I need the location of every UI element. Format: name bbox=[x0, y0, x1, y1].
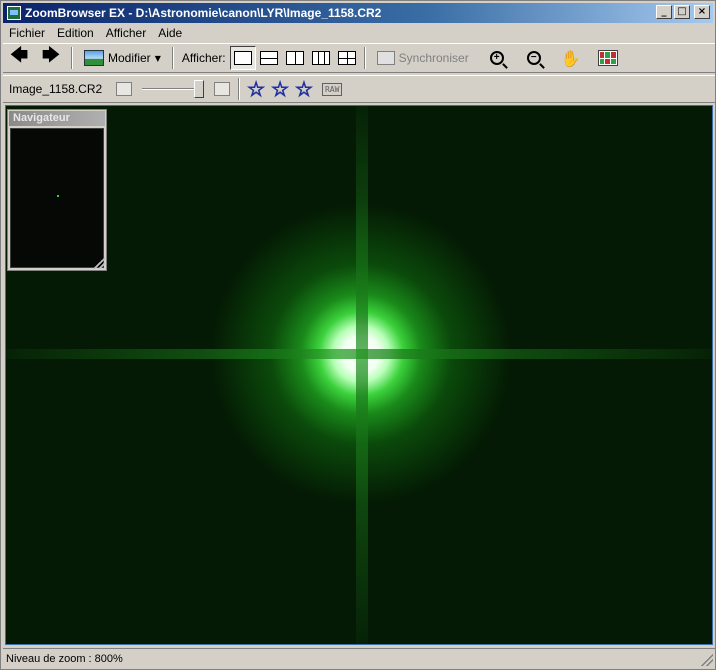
navigator-resize-grip-icon[interactable] bbox=[93, 257, 105, 269]
arrow-right-icon: 🡆 bbox=[41, 45, 61, 66]
modify-label: Modifier bbox=[108, 51, 151, 65]
thumbnail-view-button[interactable] bbox=[595, 46, 621, 70]
arrow-left-icon: 🡄 bbox=[9, 45, 29, 66]
back-button[interactable]: 🡄 bbox=[6, 45, 32, 70]
zoom-level-status: Niveau de zoom : 800% bbox=[6, 652, 123, 665]
diffraction-spike-horizontal bbox=[6, 349, 712, 359]
display-label: Afficher: bbox=[181, 51, 226, 65]
image-viewport[interactable] bbox=[5, 105, 713, 645]
zoom-slider[interactable] bbox=[142, 79, 205, 99]
zoom-in-button[interactable]: + bbox=[484, 46, 510, 70]
toolbar-separator bbox=[171, 47, 174, 69]
layout-triple-icon bbox=[311, 51, 330, 65]
app-window: ZoomBrowser EX - D:\Astronomie\canon\LYR… bbox=[0, 0, 716, 670]
window-controls: _ □ × bbox=[656, 5, 710, 19]
star-rating-1-icon[interactable]: ☆ bbox=[247, 77, 266, 102]
layout-triple-button[interactable] bbox=[308, 46, 334, 70]
fit-window-icon[interactable] bbox=[116, 82, 133, 96]
app-icon bbox=[7, 6, 21, 20]
hand-icon: ✋ bbox=[560, 48, 581, 68]
menu-bar: Fichier Edition Afficher Aide bbox=[3, 24, 188, 42]
menu-afficher[interactable]: Afficher bbox=[100, 26, 152, 40]
star-rating-2-icon[interactable]: ☆ bbox=[271, 77, 290, 102]
thumbnail-grid-icon bbox=[597, 50, 618, 66]
window-title: ZoomBrowser EX - D:\Astronomie\canon\LYR… bbox=[25, 6, 382, 20]
zoom-out-button[interactable]: − bbox=[521, 46, 547, 70]
title-bar[interactable]: ZoomBrowser EX - D:\Astronomie\canon\LYR… bbox=[3, 3, 713, 23]
zoom-slider-thumb[interactable] bbox=[194, 80, 205, 98]
landscape-icon bbox=[84, 50, 104, 66]
sync-icon bbox=[376, 51, 395, 65]
minimize-button[interactable]: _ bbox=[656, 5, 672, 19]
zoom-in-icon: + bbox=[489, 51, 504, 65]
menu-aide[interactable]: Aide bbox=[152, 26, 188, 40]
navigator-panel[interactable]: Navigateur bbox=[7, 109, 107, 271]
sync-label: Synchroniser bbox=[398, 51, 469, 65]
layout-split-vertical-icon bbox=[285, 51, 304, 65]
main-toolbar: 🡄 🡆 Modifier ▼ Afficher: Synchroniser + … bbox=[3, 43, 715, 73]
layout-split-horizontal-icon bbox=[259, 51, 278, 65]
layout-quad-button[interactable] bbox=[334, 46, 360, 70]
layout-split-vertical-button[interactable] bbox=[282, 46, 308, 70]
navigator-title[interactable]: Navigateur bbox=[9, 111, 105, 126]
close-button[interactable]: × bbox=[694, 5, 710, 19]
status-bar: Niveau de zoom : 800% bbox=[3, 648, 715, 668]
image-filename: Image_1158.CR2 bbox=[9, 82, 103, 96]
layout-single-icon bbox=[233, 51, 252, 65]
diffraction-spike-vertical bbox=[356, 106, 368, 644]
zoom-out-icon: − bbox=[526, 51, 541, 65]
layout-quad-icon bbox=[337, 51, 356, 65]
menu-edition[interactable]: Edition bbox=[51, 26, 100, 40]
modify-button[interactable]: Modifier ▼ bbox=[80, 46, 165, 70]
forward-button[interactable]: 🡆 bbox=[38, 45, 64, 70]
dropdown-caret-icon: ▼ bbox=[154, 53, 161, 63]
window-resize-grip-icon[interactable] bbox=[701, 654, 713, 666]
toolbar-separator bbox=[363, 47, 366, 69]
navigator-preview[interactable] bbox=[10, 128, 104, 268]
menu-fichier[interactable]: Fichier bbox=[3, 26, 51, 40]
layout-single-button[interactable] bbox=[229, 46, 256, 70]
synchronize-button[interactable]: Synchroniser bbox=[373, 46, 473, 70]
actual-size-icon[interactable] bbox=[214, 82, 231, 96]
toolbar-separator bbox=[71, 47, 73, 69]
star-image bbox=[6, 106, 712, 644]
maximize-button[interactable]: □ bbox=[674, 5, 690, 19]
toolbar-separator bbox=[238, 78, 241, 100]
pan-tool-button[interactable]: ✋ bbox=[558, 46, 584, 70]
star-rating-3-icon[interactable]: ☆ bbox=[295, 77, 314, 102]
zoom-slider-track bbox=[142, 88, 201, 90]
image-toolbar: Image_1158.CR2 ☆ ☆ ☆ RAW bbox=[3, 75, 715, 103]
raw-badge-icon[interactable]: RAW bbox=[321, 82, 343, 96]
navigator-star-marker bbox=[57, 195, 59, 197]
layout-split-horizontal-button[interactable] bbox=[256, 46, 282, 70]
